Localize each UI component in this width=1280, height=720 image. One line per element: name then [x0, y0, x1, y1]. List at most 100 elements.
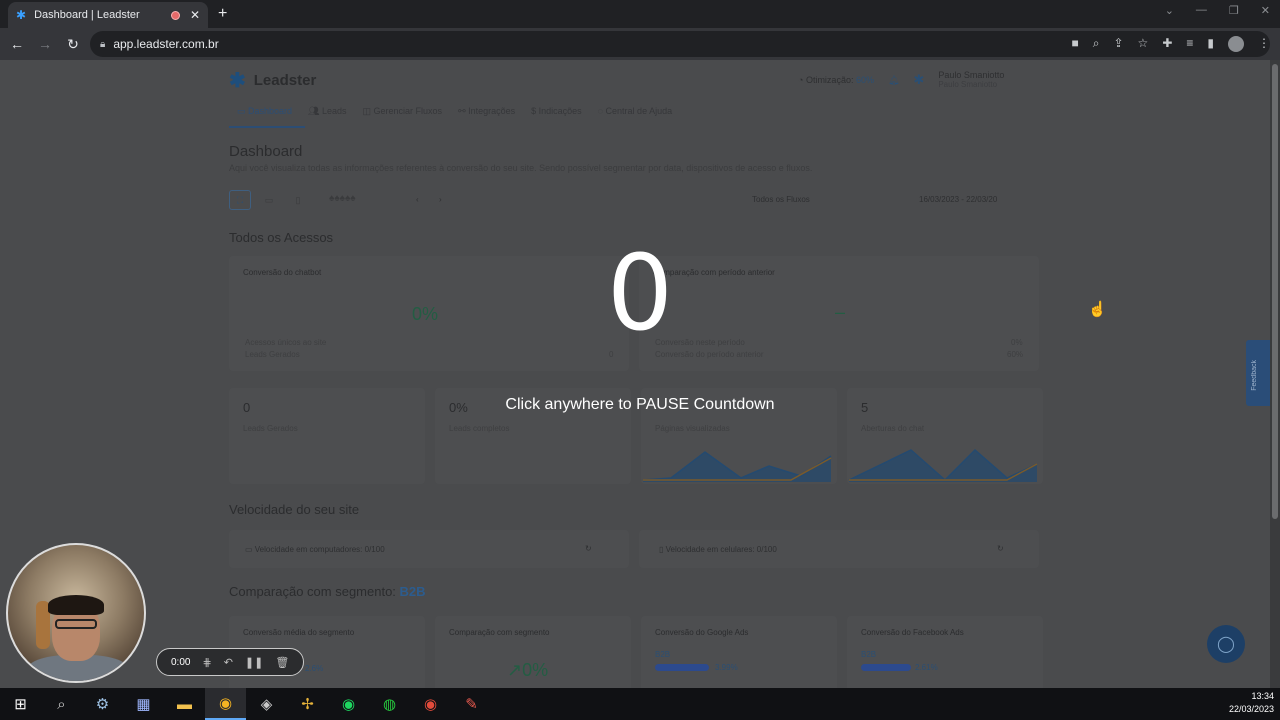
trash-icon[interactable]: 🗑︎: [275, 656, 289, 669]
chrome-icon[interactable]: ◉: [205, 688, 246, 720]
search-icon[interactable]: ⌕: [41, 688, 82, 720]
recorder-app-icon[interactable]: ✎: [451, 688, 492, 720]
browser-tab-strip: ✱ Dashboard | Leadster ✕ + ⌄ — ❐ ✕: [0, 0, 1280, 28]
zoom-icon[interactable]: ⌕: [1093, 36, 1100, 52]
app-icon[interactable]: ◈: [246, 688, 287, 720]
calculator-icon[interactable]: ▦: [123, 688, 164, 720]
new-tab-button[interactable]: +: [218, 5, 227, 23]
webcam-bubble[interactable]: [6, 543, 146, 683]
reload-button[interactable]: ↻: [62, 36, 84, 53]
nav-leads[interactable]: 👥︎ Leads: [308, 106, 346, 117]
traffic-sources-icon[interactable]: ♠♠♠♠♠: [329, 193, 356, 204]
user-menu[interactable]: Paulo Smaniotto Paulo Smaniotto: [938, 70, 1004, 90]
forward-button[interactable]: →: [34, 36, 56, 52]
nav-dashboard[interactable]: ▭ Dashboard: [237, 106, 292, 117]
file-explorer-icon[interactable]: ▬: [164, 688, 205, 720]
user-name: Paulo Smaniotto: [938, 70, 1005, 80]
vel-mobile-label: ▯ Velocidade em celulares: 0/100: [659, 545, 777, 554]
extensions-icon[interactable]: ✚: [1162, 36, 1172, 52]
refresh-icon[interactable]: ↻: [997, 544, 1004, 553]
page-title: Dashboard: [229, 143, 303, 160]
section-comparacao: Comparação com segmento: B2B: [229, 584, 426, 599]
window-controls: ⌄ — ❐ ✕: [1165, 4, 1270, 17]
all-devices-icon[interactable]: ⛶: [229, 190, 251, 210]
card-google-ads: Conversão do Google Ads B2B 3.99%: [641, 616, 837, 688]
tab-title: Dashboard | Leadster: [34, 9, 140, 21]
person-glasses: [55, 619, 97, 629]
seg-comparacao-text: 0%: [522, 660, 549, 680]
metric-label: Aberturas do chat: [861, 424, 925, 433]
filters-bar: ⛶ ▭ ▯ ♠♠♠♠♠ ‹ › Todos os Fluxos 16/03/20…: [229, 190, 1039, 210]
filter-chevron-right-icon[interactable]: ›: [439, 195, 442, 204]
windows-start-icon[interactable]: ⊞: [0, 688, 41, 720]
countdown-number[interactable]: 0: [0, 232, 1280, 354]
web-page[interactable]: ✱ Leadster ◔ Otimização: 60% 🔔︎ ✱ Paulo …: [0, 60, 1280, 688]
leadster-logo-icon: ✱: [16, 8, 27, 22]
feedback-label: Feedback: [1251, 360, 1258, 391]
page-description: Aqui você visualiza todas as informações…: [229, 163, 813, 173]
lock-icon[interactable]: 🔒︎: [100, 39, 105, 50]
spotify-icon[interactable]: ◉: [328, 688, 369, 720]
tab-search-icon[interactable]: ⌄: [1165, 4, 1174, 17]
bell-icon[interactable]: 🔔︎: [888, 75, 899, 86]
nav-label: Gerenciar Fluxos: [373, 106, 443, 116]
mobile-icon[interactable]: ▯: [287, 190, 309, 210]
filter-chevron-left-icon[interactable]: ‹: [416, 195, 419, 204]
podcast-icon[interactable]: ◍: [369, 688, 410, 720]
seg-media-value: 2.6%: [305, 664, 324, 673]
undo-icon[interactable]: ↶: [224, 656, 233, 669]
windows-taskbar: ⊞ ⌕ ⚙ ▦ ▬ ◉ ◈ ✢ ◉ ◍ ◉ ✎ 13:34 22/03/2023: [0, 688, 1280, 720]
otimizacao-label: Otimização:: [805, 75, 854, 85]
maximize-button[interactable]: ❐: [1229, 4, 1239, 17]
page-scrollbar[interactable]: [1270, 60, 1280, 688]
close-window-button[interactable]: ✕: [1261, 4, 1270, 17]
nav-ajuda[interactable]: ◌ Central de Ajuda: [598, 106, 672, 117]
desktop-icon[interactable]: ▭: [258, 190, 280, 210]
brand-name: Leadster: [253, 72, 317, 89]
camera-icon[interactable]: ■: [1072, 36, 1079, 52]
menu-icon[interactable]: ⋮: [1258, 36, 1270, 52]
close-tab-icon[interactable]: ✕: [190, 8, 200, 22]
leadster-logo-icon: ✱: [229, 70, 246, 92]
card-facebook-ads: Conversão do Facebook Ads B2B 2.61%: [847, 616, 1043, 688]
browser-tab[interactable]: ✱ Dashboard | Leadster ✕: [8, 2, 208, 28]
date-range-picker[interactable]: 16/03/2023 - 22/03/20: [919, 195, 997, 204]
slack-icon[interactable]: ✢: [287, 688, 328, 720]
google-ads-value: 3.99%: [715, 663, 738, 672]
nav-indicacoes[interactable]: $ Indicações: [531, 106, 582, 117]
bookmark-star-icon[interactable]: ☆: [1138, 36, 1149, 52]
brand[interactable]: ✱ Leadster: [229, 68, 316, 93]
sparkline-aberturas: [848, 448, 1038, 482]
steam-icon[interactable]: ⚙: [82, 688, 123, 720]
metric-label: Leads completos: [449, 424, 510, 433]
grid-icon[interactable]: ⋕: [202, 656, 211, 669]
nav-fluxos[interactable]: ◫ Gerenciar Fluxos: [363, 106, 443, 117]
back-button[interactable]: ←: [6, 36, 28, 52]
nav-integracoes[interactable]: ⚯ Integrações: [458, 106, 515, 117]
profile-avatar[interactable]: [1228, 36, 1244, 52]
clock-time: 13:34: [1251, 691, 1274, 701]
card-seg-comparacao: Comparação com segmento ↗0%: [435, 616, 631, 688]
minimize-button[interactable]: —: [1196, 4, 1207, 17]
refresh-icon[interactable]: ↻: [585, 544, 592, 553]
share-icon[interactable]: ⇪: [1113, 36, 1123, 52]
segment-value[interactable]: B2B: [400, 584, 426, 599]
metric-label: Leads Gerados: [243, 424, 298, 433]
pause-icon[interactable]: ❚❚: [245, 656, 263, 669]
chat-bubble-icon[interactable]: ◯: [1207, 625, 1245, 663]
clock-date: 22/03/2023: [1228, 704, 1274, 714]
media-icon[interactable]: ≡: [1186, 36, 1193, 52]
segment-tag: B2B: [655, 650, 671, 659]
chrome-profile-icon[interactable]: ◉: [410, 688, 451, 720]
nav-label: Central de Ajuda: [605, 106, 673, 116]
otimizacao-value: 60%: [855, 75, 874, 85]
countdown-hint[interactable]: Click anywhere to PAUSE Countdown: [0, 396, 1280, 414]
card-title: Comparação com segmento: [449, 628, 550, 637]
side-panel-icon[interactable]: ▮: [1207, 36, 1214, 52]
otimizacao[interactable]: ◔ Otimização: 60%: [798, 75, 874, 85]
flow-select[interactable]: Todos os Fluxos: [752, 195, 810, 204]
user-logo-icon: ✱: [913, 72, 925, 87]
system-clock[interactable]: 13:34 22/03/2023: [1229, 690, 1274, 716]
person-hair: [48, 595, 104, 615]
card-velocidade-desktop: ▭ Velocidade em computadores: 0/100 ↻: [229, 530, 629, 568]
